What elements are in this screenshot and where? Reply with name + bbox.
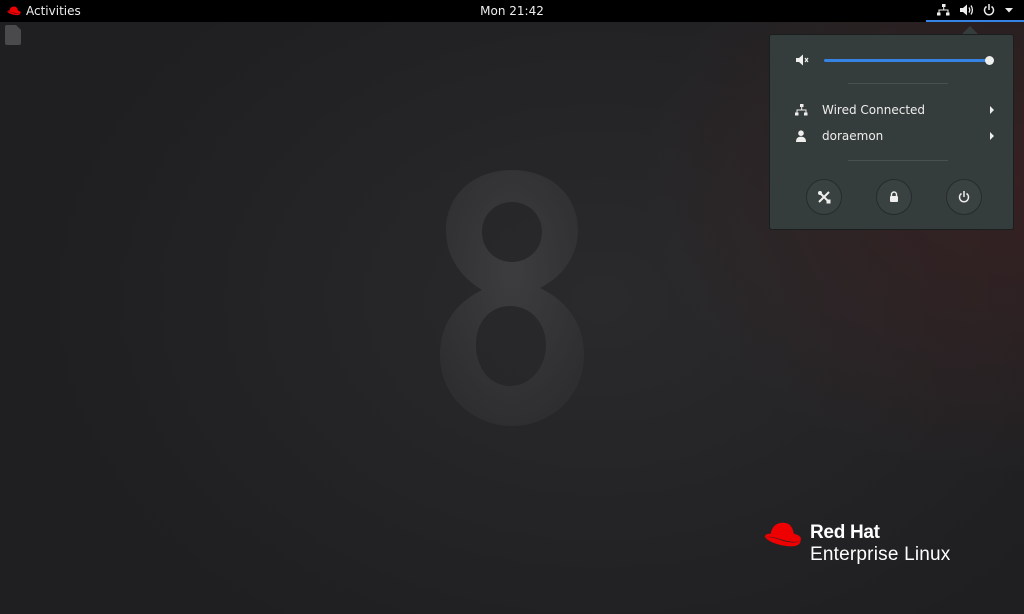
top-bar: Activities Mon 21:42 [0, 0, 1024, 22]
volume-slider-knob[interactable] [985, 56, 994, 65]
system-tray[interactable] [926, 0, 1024, 22]
rhel-wordmark: Red Hat Enterprise Linux [810, 522, 951, 566]
power-icon [984, 4, 995, 16]
network-wired-icon [794, 104, 808, 116]
dropdown-arrow-icon [1005, 7, 1014, 12]
clock-container: Mon 21:42 [0, 0, 1024, 22]
menu-item-label: Wired Connected [822, 103, 926, 117]
user-icon [794, 130, 808, 142]
desktop-file-icon[interactable] [5, 25, 21, 45]
network-wired-icon [936, 4, 950, 16]
activities-label: Activities [26, 4, 81, 18]
redhat-logo-icon [7, 6, 21, 16]
power-off-icon [958, 191, 970, 203]
rhel-logo: Red Hat Enterprise Linux [764, 520, 951, 566]
separator [848, 160, 948, 161]
clock[interactable]: Mon 21:42 [480, 4, 544, 18]
volume-slider-fill [824, 59, 990, 62]
menu-item-wired[interactable]: Wired Connected [794, 101, 994, 119]
audio-volume-muted-icon [796, 54, 809, 66]
chevron-right-icon [990, 106, 994, 114]
redhat-logo-icon [765, 522, 801, 547]
audio-volume-icon [959, 4, 973, 16]
settings-icon [818, 191, 831, 204]
settings-button[interactable] [806, 179, 842, 215]
menu-item-label: doraemon [822, 129, 884, 143]
system-menu: Wired Connected doraemon [769, 34, 1014, 230]
activities-button[interactable]: Activities [7, 0, 81, 22]
volume-row [796, 53, 996, 67]
power-off-button[interactable] [946, 179, 982, 215]
separator [848, 83, 948, 84]
lock-icon [890, 191, 898, 202]
lock-button[interactable] [876, 179, 912, 215]
logo-line2: Enterprise Linux [810, 544, 951, 565]
popover-pointer [962, 26, 978, 34]
logo-line1: Red Hat [810, 522, 880, 543]
wallpaper-eight-graphic [440, 170, 584, 426]
menu-item-user[interactable]: doraemon [794, 127, 994, 145]
chevron-right-icon [990, 132, 994, 140]
volume-slider[interactable] [824, 56, 994, 65]
